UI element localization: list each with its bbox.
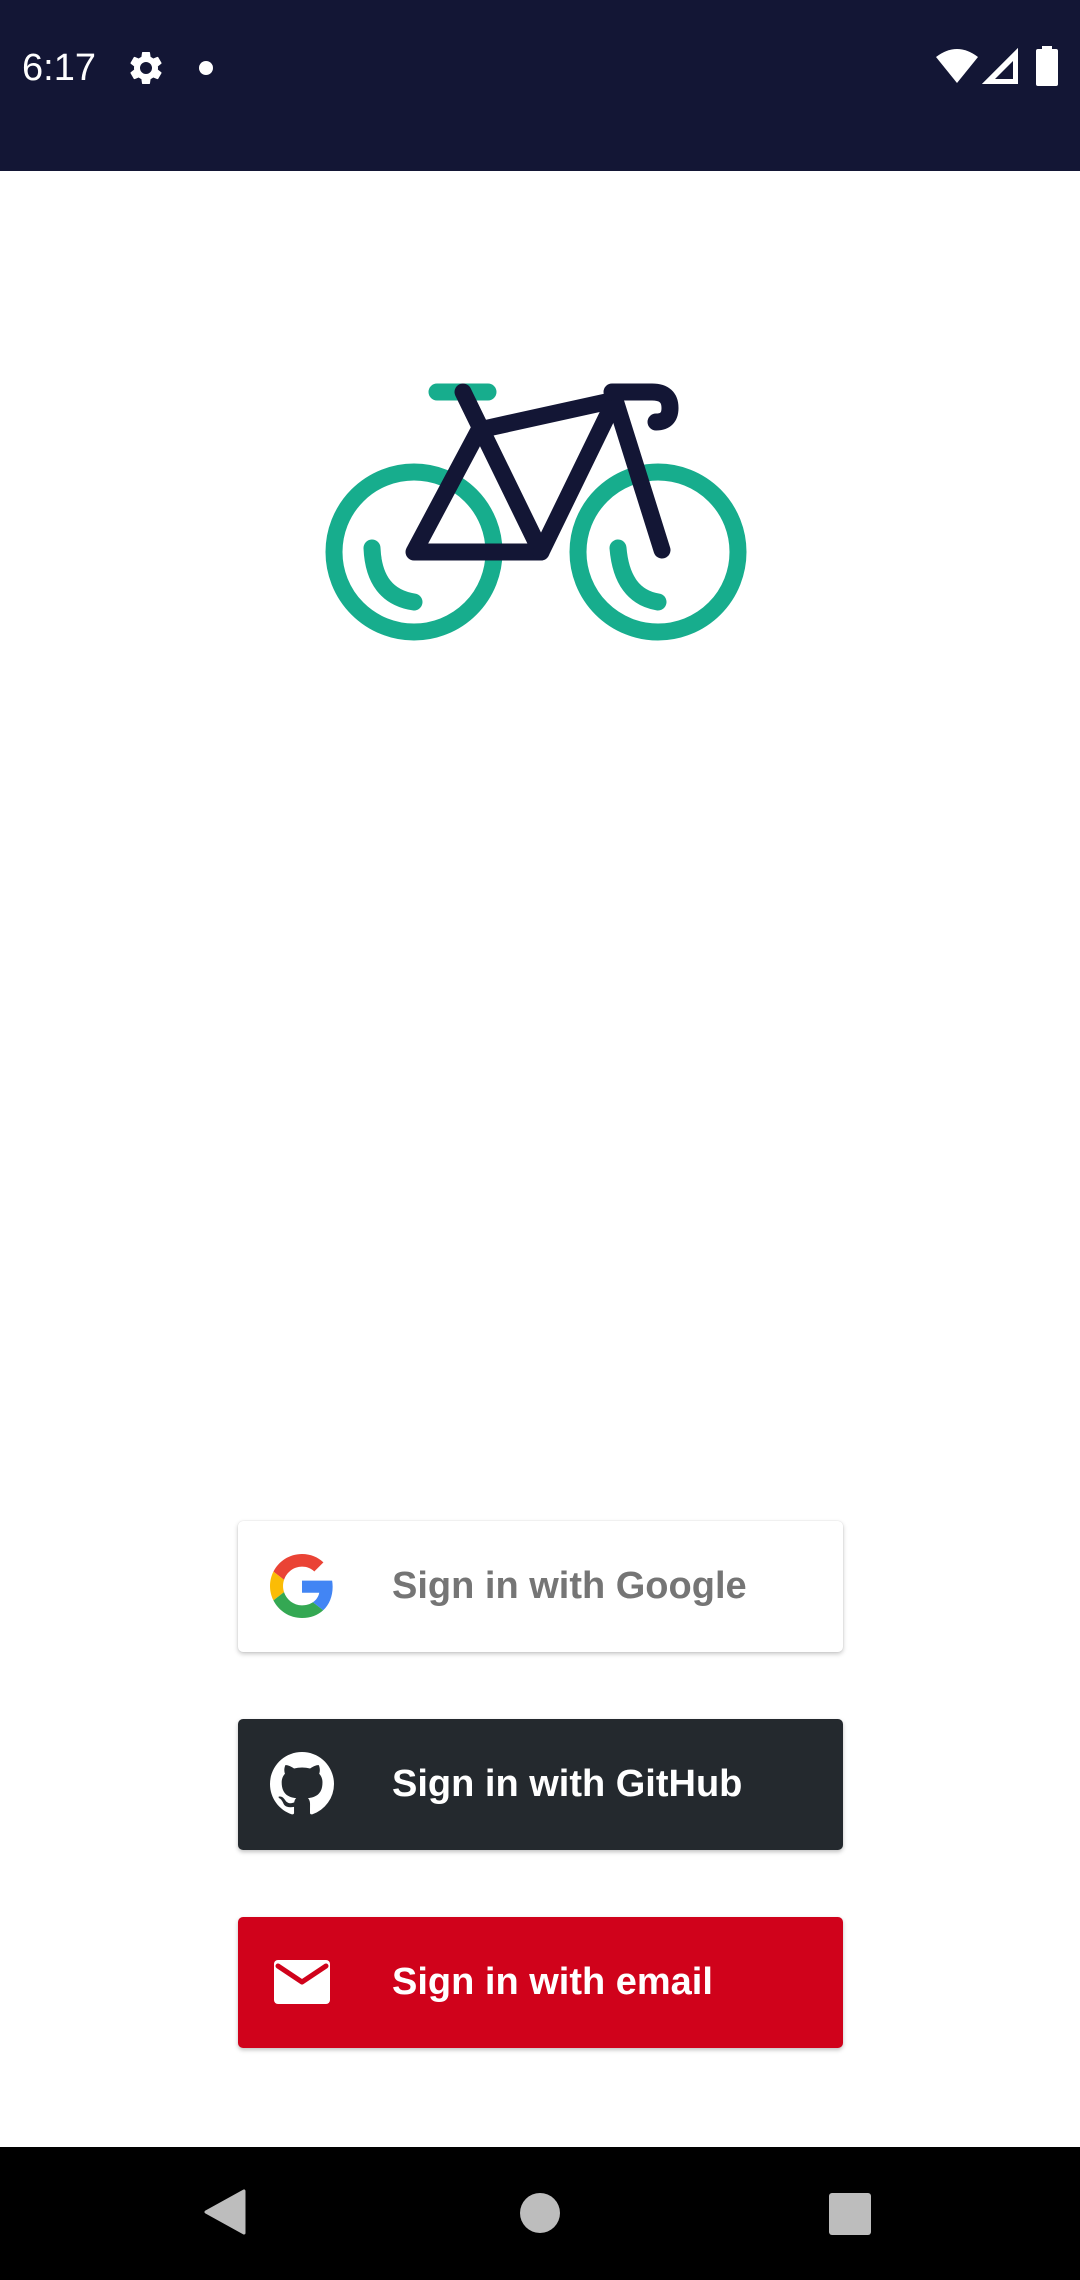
github-icon <box>270 1752 334 1815</box>
sign-in-github-label: Sign in with GitHub <box>392 1763 743 1805</box>
sign-in-email-button[interactable]: Sign in with email <box>238 1917 843 2048</box>
sign-in-email-label: Sign in with email <box>392 1961 713 2003</box>
home-icon[interactable] <box>520 2193 560 2233</box>
bicycle-icon <box>325 383 747 641</box>
notification-dot-icon <box>199 61 213 75</box>
wifi-icon <box>936 49 978 83</box>
recents-icon[interactable] <box>829 2193 871 2235</box>
battery-icon <box>1036 46 1058 86</box>
signal-icon <box>982 48 1018 84</box>
sign-in-google-label: Sign in with Google <box>392 1565 747 1607</box>
mail-icon <box>274 1960 330 2004</box>
status-time: 6:17 <box>22 47 96 89</box>
sign-in-screen: 6:17 Sign in with Google Sign in with Gi… <box>0 0 1080 2280</box>
back-icon[interactable] <box>204 2189 246 2235</box>
system-nav-bar <box>0 2147 1080 2280</box>
gear-icon <box>130 51 162 84</box>
status-bar: 6:17 <box>0 0 1080 171</box>
google-g-icon <box>270 1554 333 1618</box>
sign-in-github-button[interactable]: Sign in with GitHub <box>238 1719 843 1850</box>
sign-in-google-button[interactable]: Sign in with Google <box>238 1521 843 1652</box>
